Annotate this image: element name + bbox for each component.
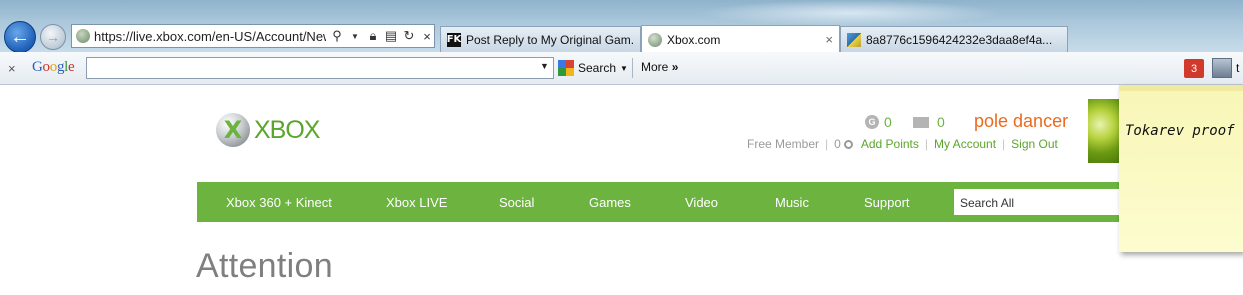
search-input[interactable]: Search All	[954, 189, 1134, 215]
messages-stat[interactable]: 0	[913, 114, 945, 130]
sign-out-link[interactable]: Sign Out	[1011, 137, 1058, 151]
double-chevron-icon: »	[671, 60, 679, 74]
my-account-link[interactable]: My Account	[934, 137, 996, 151]
sticky-note[interactable]: Tokarev proof	[1119, 85, 1243, 252]
divider: |	[1002, 137, 1006, 151]
account-links: Free Member | 0 Add Points | My Account …	[747, 137, 1058, 151]
tab-xbox[interactable]: Xbox.com ×	[641, 25, 840, 53]
google-search-icon	[558, 60, 574, 76]
search-button-label: Search	[578, 61, 617, 75]
divider: |	[924, 137, 929, 151]
toolbar-divider	[632, 58, 633, 78]
nav-xbox-live[interactable]: Xbox LIVE	[386, 195, 447, 210]
google-search-input[interactable]	[86, 57, 554, 79]
add-points-link[interactable]: Add Points	[861, 137, 919, 151]
notification-badge[interactable]: 3	[1184, 59, 1204, 78]
tab-forum-reply[interactable]: FK Post Reply to My Original Gam...	[440, 26, 641, 52]
address-url[interactable]: https://live.xbox.com/en-US/Account/NewT	[94, 29, 326, 44]
window-background	[700, 0, 1000, 26]
nav-music[interactable]: Music	[775, 195, 809, 210]
mail-icon	[913, 116, 929, 128]
google-logo: Google	[32, 59, 75, 75]
gamerscore-count: 0	[884, 114, 892, 130]
lock-icon[interactable]: 🔒︎	[366, 28, 380, 44]
points-icon	[843, 139, 853, 149]
back-arrow-icon: ←	[10, 25, 30, 48]
xbox-logo-text: XBOX	[254, 115, 320, 144]
points-balance: 0	[834, 137, 841, 151]
address-bar[interactable]: https://live.xbox.com/en-US/Account/NewT…	[71, 24, 435, 48]
nav-social[interactable]: Social	[499, 195, 534, 210]
gamerscore-stat[interactable]: G 0	[865, 114, 892, 130]
image-icon	[847, 32, 861, 47]
user-avatar-icon[interactable]	[1212, 58, 1232, 78]
sticky-note-text[interactable]: Tokarev proof	[1125, 123, 1235, 139]
tab-image[interactable]: 8a8776c1596424232e3daa8ef4a...	[840, 26, 1068, 52]
fk-icon: FK	[446, 32, 462, 47]
nav-support[interactable]: Support	[864, 195, 910, 210]
gamerscore-icon: G	[865, 115, 879, 129]
divider: |	[825, 137, 829, 151]
google-search-button[interactable]: Search ▼	[558, 57, 628, 79]
search-icon[interactable]: ⚲	[330, 28, 344, 44]
stop-icon[interactable]: ×	[420, 29, 434, 44]
chevron-down-icon[interactable]: ▼	[620, 64, 628, 73]
close-toolbar-icon[interactable]: ×	[8, 61, 16, 76]
tab-label: Xbox.com	[667, 32, 721, 47]
tab-label: 8a8776c1596424232e3daa8ef4a...	[866, 32, 1053, 47]
back-button[interactable]: ←	[4, 21, 36, 53]
nav-xbox-360-kinect[interactable]: Xbox 360 + Kinect	[226, 195, 332, 210]
xbox-sphere-icon	[216, 113, 250, 147]
tab-label: Post Reply to My Original Gam...	[466, 32, 634, 47]
sticky-note-header[interactable]	[1119, 85, 1243, 91]
more-button[interactable]: More »	[641, 60, 678, 74]
dropdown-arrow-icon[interactable]: ▼	[348, 32, 362, 41]
membership-label: Free Member	[747, 137, 820, 151]
gamertag[interactable]: pole dancer	[974, 111, 1068, 132]
forward-arrow-icon: →	[46, 29, 60, 45]
forward-button[interactable]: →	[40, 24, 66, 50]
page-title: Attention	[196, 247, 333, 285]
xbox-logo[interactable]: XBOX	[216, 113, 320, 147]
google-toolbar: × Google ▼ Search ▼ More »	[0, 52, 1243, 85]
refresh-icon[interactable]: ↻	[402, 28, 416, 44]
compatibility-view-icon[interactable]: ▤	[384, 28, 398, 44]
nav-games[interactable]: Games	[589, 195, 631, 210]
chevron-down-icon[interactable]: ▼	[540, 61, 549, 71]
xbox-favicon-icon	[648, 32, 662, 47]
close-tab-icon[interactable]: ×	[825, 32, 833, 47]
message-count: 0	[937, 114, 945, 130]
toolbar-username[interactable]: t	[1236, 61, 1239, 75]
nav-video[interactable]: Video	[685, 195, 718, 210]
xbox-favicon-icon	[76, 29, 90, 43]
